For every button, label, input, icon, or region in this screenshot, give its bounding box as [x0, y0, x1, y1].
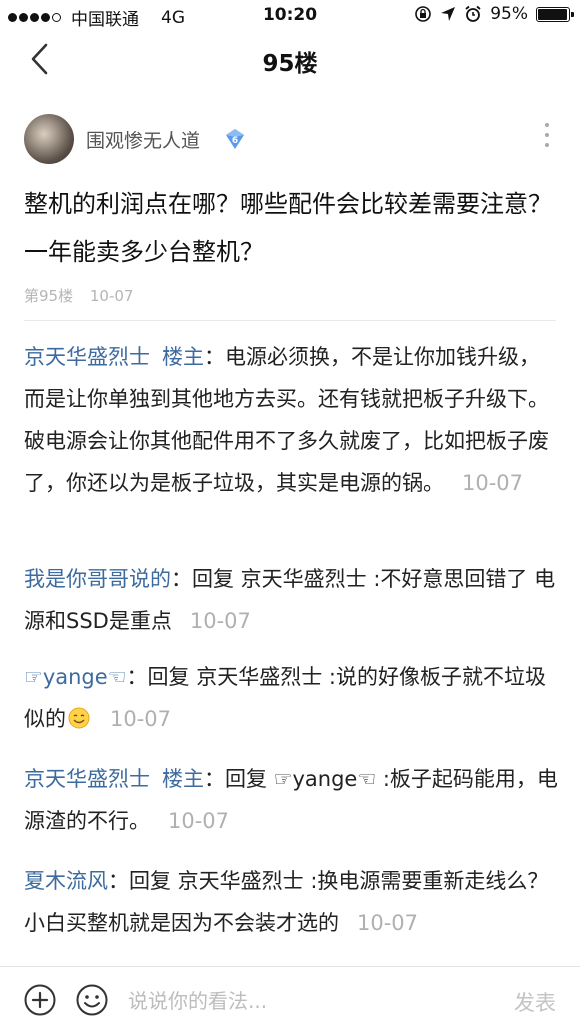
more-options-button[interactable]	[540, 118, 554, 152]
status-bar: 中国联通 4G 10:20 95%	[0, 0, 580, 30]
post-header: 围观惨无人道 6	[0, 112, 580, 168]
comment-author[interactable]: 我是你哥哥说的	[24, 567, 171, 591]
comment-time: 10-07	[110, 707, 172, 731]
level-number: 6	[232, 136, 238, 146]
vertical-dots-icon	[545, 123, 549, 147]
avatar[interactable]	[24, 114, 74, 164]
comment-time: 10-07	[462, 471, 524, 495]
floor-meta: 第95楼 10-07	[24, 285, 133, 306]
battery-percent: 95%	[490, 4, 528, 24]
comment-author[interactable]: 京天华盛烈士	[24, 767, 150, 791]
level-badge-icon: 6	[226, 129, 244, 149]
comment-time: 10-07	[357, 911, 419, 935]
page-title: 95楼	[262, 51, 318, 77]
status-right: 95%	[414, 4, 574, 24]
nav-bar: 95楼	[0, 30, 580, 88]
comment-author[interactable]: 京天华盛烈士	[24, 345, 150, 369]
alarm-icon	[465, 5, 481, 22]
location-arrow-icon	[441, 7, 456, 21]
comment-item: ☞yange☜：回复 京天华盛烈士 :说的好像板子就不垃圾似的 10-07	[24, 656, 560, 740]
comment-time: 10-07	[168, 809, 230, 833]
send-button[interactable]: 发表	[514, 987, 556, 1017]
comment-time: 10-07	[189, 609, 251, 633]
emoji-button[interactable]	[76, 984, 108, 1016]
add-attachment-button[interactable]	[24, 984, 56, 1016]
post-question: 整机的利润点在哪？哪些配件会比较差需要注意？一年能卖多少台整机？	[24, 190, 552, 266]
comment-item: 京天华盛烈士 楼主：电源必须换，不是让你加钱升级，而是让你单独到其他地方去买。还有…	[24, 336, 560, 504]
battery-level	[538, 8, 567, 20]
emoji-face-icon	[76, 984, 108, 1016]
smile-emoji-icon	[68, 707, 90, 729]
rotation-lock-icon	[415, 6, 432, 22]
op-tag: 楼主	[162, 767, 204, 791]
post-author[interactable]: 围观惨无人道	[86, 126, 200, 153]
floor-number: 第95楼	[24, 287, 74, 305]
divider	[24, 320, 556, 321]
comment-item: 京天华盛烈士 楼主：回复 ☞yange☜ :板子起码能用，电源渣的不行。 10-07	[24, 758, 560, 842]
comment-author[interactable]: ☞yange☜	[24, 665, 127, 689]
plus-circle-icon	[24, 984, 56, 1016]
comment-item: 夏木流风：回复 京天华盛烈士 :换电源需要重新走线么？小白买整机就是因为不会装才…	[24, 860, 560, 944]
op-tag: 楼主	[162, 345, 204, 369]
post-time: 10-07	[89, 287, 134, 305]
comment-input[interactable]	[126, 985, 460, 1017]
comment-bar: 发表	[0, 966, 580, 1033]
comment-author[interactable]: 夏木流风	[24, 869, 108, 893]
comment-item: 我是你哥哥说的：回复 京天华盛烈士 :不好意思回错了 电源和SSD是重点 10-0…	[24, 558, 560, 642]
battery-icon	[536, 6, 574, 22]
